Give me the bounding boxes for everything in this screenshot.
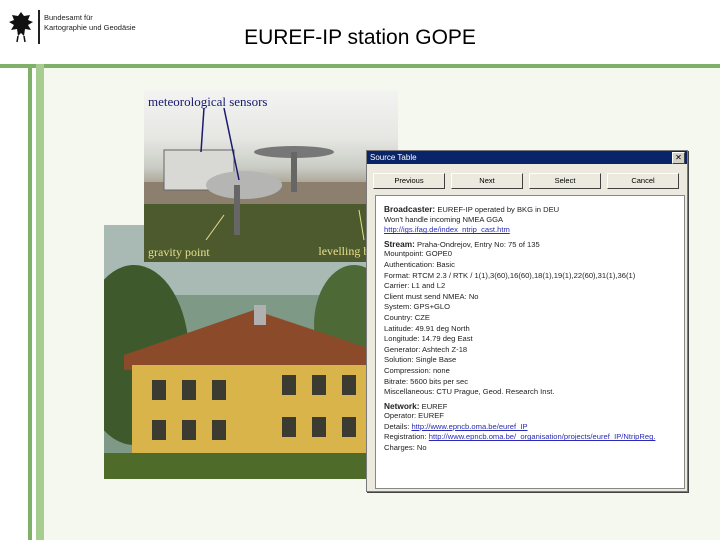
broadcaster-line: Broadcaster: EUREF-IP operated by BKG in… (384, 204, 680, 215)
cancel-button[interactable]: Cancel (607, 173, 679, 189)
stream-row: Carrier: L1 and L2 (384, 281, 446, 291)
registration-label: Registration: (384, 432, 427, 442)
network-label: Network: (384, 400, 420, 411)
stream-row: Mountpoint: GOPE0 (384, 249, 452, 259)
stream-row: Format: RTCM 2.3 / RTK / 1(1),3(60),16(6… (384, 270, 636, 280)
source-table-info: Broadcaster: EUREF-IP operated by BKG in… (375, 195, 685, 489)
stream-row: Solution: Single Base (384, 355, 457, 365)
network-operator: Operator: EUREF (384, 411, 444, 421)
caption-meteorological-sensors: meteorological sensors (148, 94, 268, 109)
stream-row: Generator: Ashtech Z-18 (384, 344, 468, 354)
details-label: Details: (384, 421, 410, 431)
close-icon[interactable]: ✕ (672, 152, 685, 164)
dialog-title: Source Table (370, 153, 417, 162)
previous-button[interactable]: Previous (373, 173, 445, 189)
stream-row: Country: CZE (384, 312, 430, 322)
broadcaster-value: EUREF-IP operated by BKG in DEU (437, 205, 560, 214)
stream-row: Longitude: 14.79 deg East (384, 334, 473, 344)
broadcaster-note: Won't handle incoming NMEA GGA (384, 214, 504, 224)
stream-row: Compression: none (384, 365, 450, 375)
select-button[interactable]: Select (529, 173, 601, 189)
caption-gravity-point: gravity point (148, 245, 210, 259)
registration-link[interactable]: http://www.epncb.oma.be/_organisation/pr… (429, 432, 656, 441)
stream-row: Authentication: Basic (384, 259, 455, 269)
dialog-title-bar[interactable]: Source Table (367, 151, 687, 164)
stream-row: Miscellaneous: CTU Prague, Geod. Researc… (384, 387, 555, 397)
stream-row: Client must send NMEA: No (384, 291, 479, 301)
stream-line: Stream: Praha-Ondrejov, Entry No: 75 of … (384, 239, 680, 250)
broadcaster-link[interactable]: http://igs.ifag.de/index_ntrip_cast.htm (384, 225, 680, 236)
left-light-green-bar (36, 64, 44, 540)
left-green-bar (28, 64, 32, 540)
stream-row: Bitrate: 5600 bits per sec (384, 376, 468, 386)
details-link[interactable]: http://www.epncb.oma.be/euref_IP (411, 422, 527, 431)
org-line-1: Bundesamt für (44, 13, 93, 22)
network-charges: Charges: No (384, 443, 427, 453)
broadcaster-label: Broadcaster: (384, 204, 436, 214)
page-title: EUREF-IP station GOPE (244, 26, 476, 49)
stream-row: System: GPS+GLO (384, 302, 451, 312)
stream-label: Stream: (384, 238, 415, 249)
network-registration-line: Registration: http://www.epncb.oma.be/_o… (384, 432, 680, 443)
network-value: EUREF (421, 401, 448, 411)
dialog-button-row: Previous Next Select Cancel (373, 173, 679, 189)
stream-value: Praha-Ondrejov, Entry No: 75 of 135 (417, 239, 540, 249)
network-line: Network: EUREF (384, 401, 680, 412)
stream-row: Latitude: 49.91 deg North (384, 323, 470, 333)
station-building-photo (104, 225, 376, 479)
sensor-photo: meteorological sensors gravity point lev… (144, 90, 398, 262)
source-table-dialog: Source Table ✕ Previous Next Select Canc… (366, 150, 688, 492)
network-details-line: Details: http://www.epncb.oma.be/euref_I… (384, 422, 680, 433)
next-button[interactable]: Next (451, 173, 523, 189)
